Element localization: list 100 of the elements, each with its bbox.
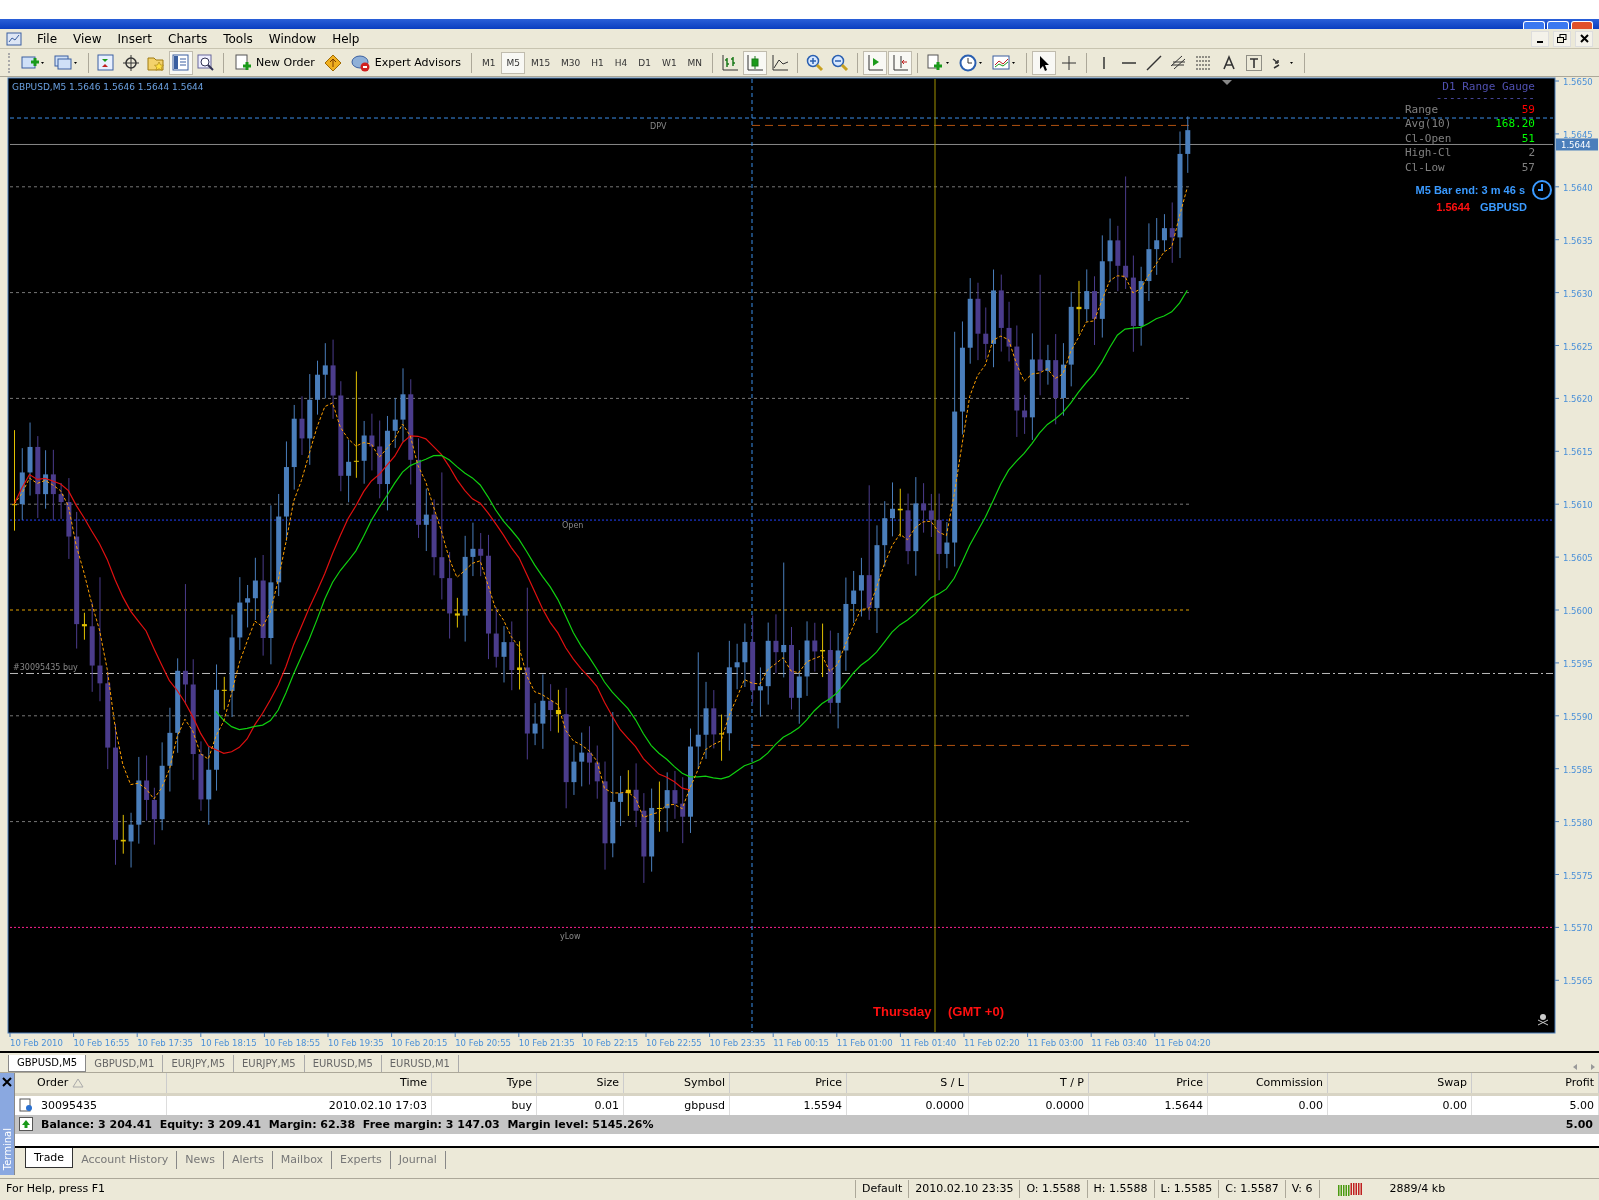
timeframe-button[interactable]: M1 (476, 51, 501, 74)
auto-scroll-icon[interactable] (863, 50, 888, 75)
menu-item[interactable]: Window (261, 31, 324, 46)
terminal-tab[interactable]: Account History (73, 1150, 178, 1169)
sort-icon (72, 1077, 85, 1088)
time-axis-label: 10 Feb 16:55 (73, 1037, 130, 1048)
restore-button[interactable] (1553, 30, 1571, 47)
column-header[interactable]: Type (432, 1072, 537, 1093)
timeframe-button[interactable]: M15 (525, 51, 556, 74)
timezone-label: (GMT +0) (948, 1003, 1004, 1019)
gauge-symbol: GBPUSD (1479, 201, 1527, 214)
menu-item[interactable]: Insert (110, 31, 159, 46)
day-label: Thursday (873, 1003, 932, 1019)
navigator-icon[interactable] (169, 50, 193, 75)
table-cell: 30095435 (41, 1098, 97, 1112)
column-header[interactable]: S / L (847, 1072, 969, 1093)
time-axis-label: 11 Feb 03:40 (1091, 1037, 1147, 1048)
price-axis-label: 1.5650 (1563, 76, 1593, 87)
close-button[interactable] (1575, 30, 1593, 47)
price-axis-label: 1.5610 (1563, 499, 1593, 510)
close-icon (1579, 34, 1589, 44)
gauge-value: 51 (1521, 131, 1535, 147)
timeframe-button[interactable]: MN (682, 51, 708, 74)
chart-header: GBPUSD,M5 1.5646 1.5646 1.5644 1.5644 (12, 81, 204, 92)
price-axis-label: 1.5580 (1563, 817, 1593, 828)
time-axis-label: 10 Feb 21:35 (518, 1037, 575, 1048)
column-header[interactable]: Swap (1328, 1072, 1472, 1093)
terminal-tab[interactable]: Experts (332, 1150, 391, 1169)
column-header[interactable]: T / P (969, 1072, 1089, 1093)
gauge-label: Range (1405, 102, 1439, 118)
total-profit: 5.00 (1565, 1117, 1593, 1131)
time-axis-label: 10 Feb 23:35 (709, 1037, 766, 1048)
column-header[interactable]: Size (537, 1072, 624, 1093)
status-help: For Help, press F1 (0, 1180, 856, 1199)
order-label: #30095435 buy (13, 663, 78, 673)
time-axis-label: 10 Feb 2010 (10, 1037, 63, 1048)
chart-tab[interactable]: GBPUSD,M5 (8, 1054, 87, 1072)
menu-item[interactable]: File (30, 31, 65, 46)
terminal-tab[interactable]: Journal (390, 1150, 446, 1169)
time-axis-label: 10 Feb 18:15 (200, 1037, 257, 1048)
column-header[interactable]: Time (167, 1072, 432, 1093)
expert-advisors-button[interactable]: Expert Advisors (345, 50, 466, 75)
timeframe-button[interactable]: H1 (586, 51, 609, 74)
maximize-button[interactable] (1547, 21, 1569, 30)
level-label: yLow (560, 932, 581, 941)
table-cell: 5.00 (1569, 1098, 1594, 1112)
candlestick-icon[interactable] (743, 50, 768, 75)
price-axis-label: 1.5595 (1563, 658, 1593, 669)
terminal-tab[interactable]: Trade (25, 1147, 74, 1168)
column-header[interactable]: Price (730, 1072, 847, 1093)
time-axis-label: 11 Feb 04:20 (1154, 1037, 1211, 1048)
table-cell: 0.0000 (925, 1098, 964, 1112)
gauge-value: 59 (1521, 102, 1535, 118)
menu-item[interactable]: Tools (216, 31, 260, 46)
terminal-tab[interactable]: Alerts (223, 1150, 273, 1169)
column-header[interactable]: Order (15, 1072, 167, 1093)
restore-icon (1557, 34, 1567, 44)
time-axis-label: 11 Feb 02:20 (964, 1037, 1020, 1048)
up-arrow-icon (19, 1117, 33, 1132)
app-icon (6, 30, 22, 47)
price-axis-label: 1.5620 (1563, 394, 1593, 404)
gauge-value: 2 (1528, 146, 1535, 161)
close-icon[interactable] (2, 1076, 12, 1087)
price-axis-label: 1.5630 (1563, 288, 1593, 299)
current-price-tag: 1.5644 (1556, 138, 1598, 151)
menu-item[interactable]: Help (325, 31, 367, 46)
price-axis-label: 1.5605 (1563, 552, 1593, 563)
connection-bars-icon (1337, 1182, 1364, 1197)
skull-icon (1537, 1013, 1549, 1026)
column-header[interactable]: Price (1089, 1072, 1208, 1093)
timeframe-button[interactable]: M5 (501, 51, 525, 74)
price-axis-label: 1.5625 (1563, 341, 1593, 352)
price-axis-label: 1.5645 (1563, 129, 1593, 140)
cursor-icon[interactable] (1032, 50, 1057, 75)
time-axis-label: 11 Feb 00:15 (773, 1037, 829, 1048)
terminal-tab[interactable]: News (177, 1150, 224, 1169)
timeframe-button[interactable]: W1 (657, 51, 682, 74)
timeframe-button[interactable]: D1 (633, 51, 656, 74)
table-cell: 0.01 (594, 1098, 619, 1112)
chart-shift-icon[interactable] (888, 50, 913, 75)
column-header[interactable]: Commission (1208, 1072, 1328, 1093)
column-header[interactable]: Symbol (624, 1072, 730, 1093)
gauge-value: 168.20 (1495, 117, 1535, 132)
price-axis-label: 1.5585 (1563, 764, 1593, 775)
status-field: L: 1.5585 (1154, 1180, 1220, 1199)
time-axis-label: 10 Feb 18:55 (264, 1037, 321, 1048)
new-order-button[interactable]: New Order (229, 50, 320, 75)
timeframe-button[interactable]: M30 (556, 51, 586, 74)
timeframe-button[interactable]: H4 (609, 51, 633, 74)
menu-item[interactable]: View (66, 31, 109, 46)
status-field: H: 1.5588 (1087, 1180, 1155, 1199)
terminal-tab[interactable]: Mailbox (272, 1150, 333, 1169)
gauge-title: D1 Range Gauge (1441, 79, 1535, 93)
minimize-button[interactable] (1531, 30, 1549, 47)
menu-item[interactable]: Charts (161, 31, 215, 46)
price-axis-label: 1.5565 (1563, 975, 1593, 986)
status-field: C: 1.5587 (1219, 1180, 1286, 1199)
time-axis-label: 11 Feb 03:00 (1027, 1037, 1084, 1048)
column-header[interactable]: Profit (1472, 1072, 1599, 1093)
status-field: 2010.02.10 23:35 (909, 1180, 1021, 1199)
